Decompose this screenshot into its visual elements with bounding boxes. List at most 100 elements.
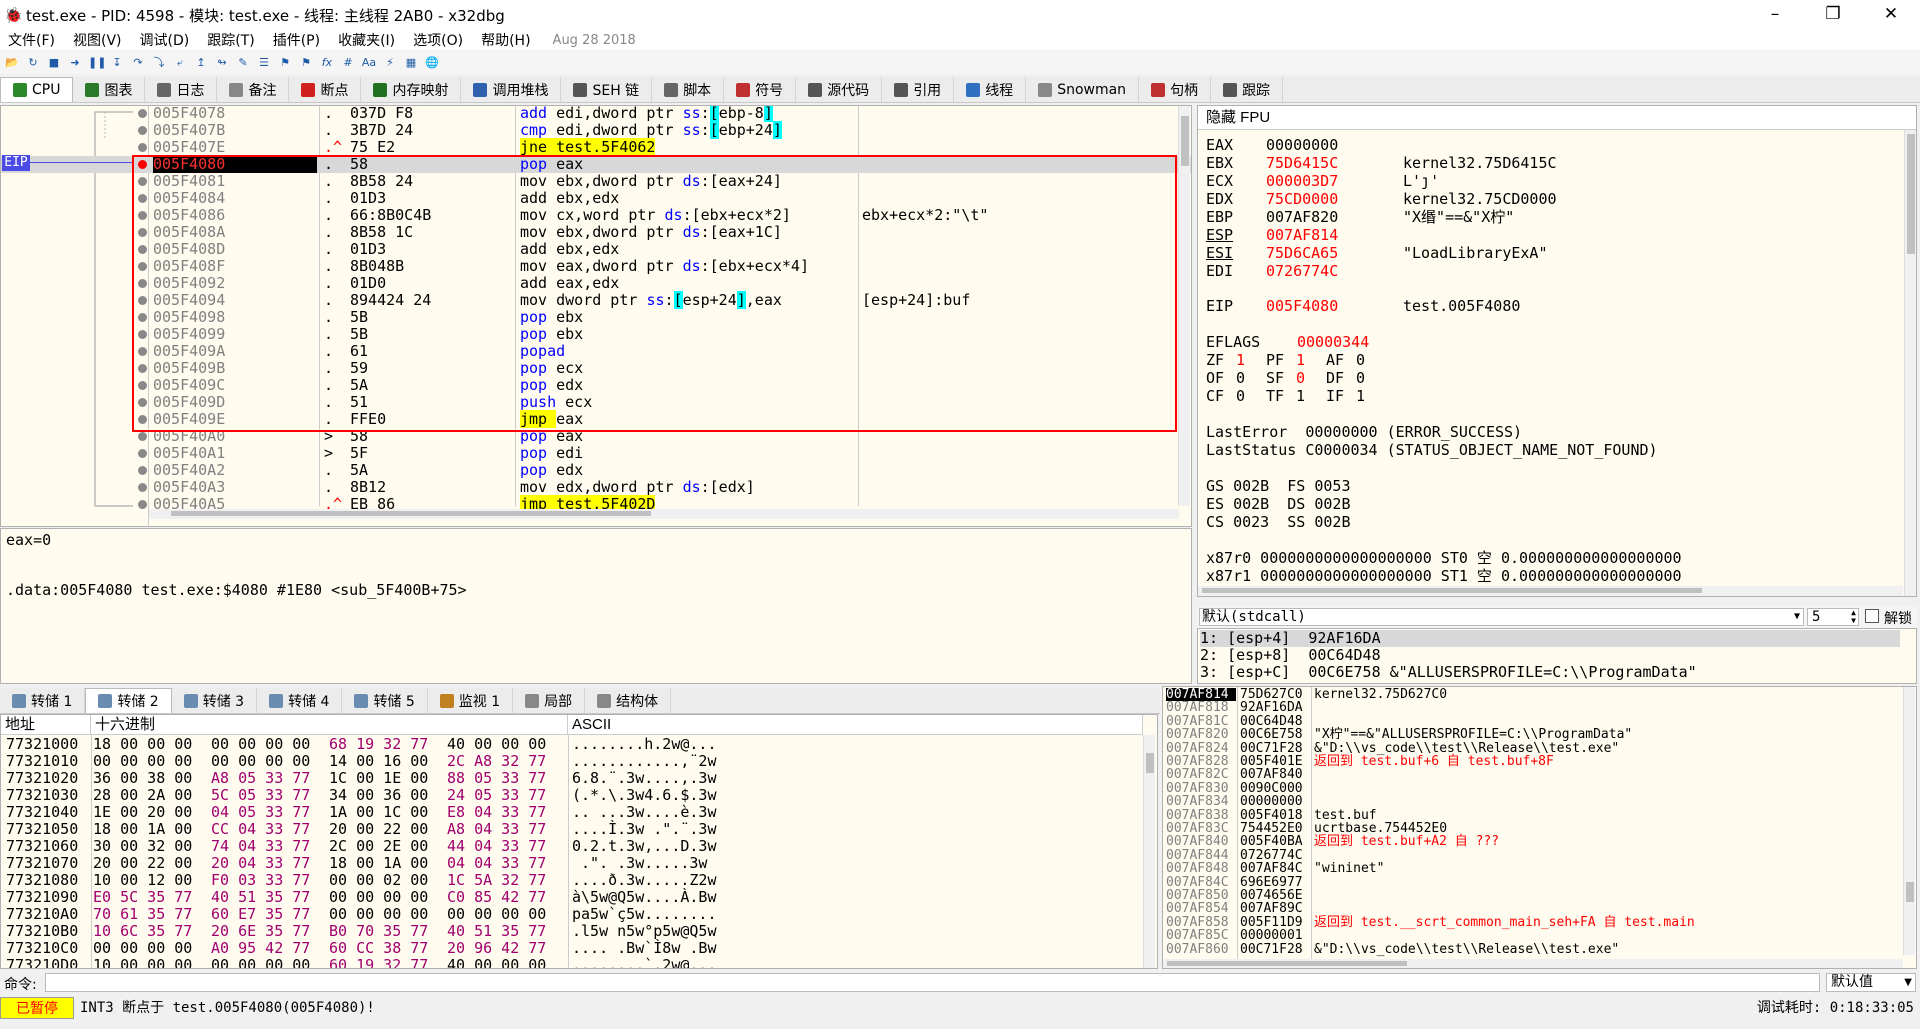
breakpoint-dot[interactable] (138, 296, 147, 305)
stack-row[interactable]: 007AF85C 00000001 (1163, 929, 1903, 943)
stack-hscroll[interactable] (1163, 959, 1903, 968)
stack-row[interactable]: 007AF860 00C71F28 &"D:\\vs_code\\test\\Rel… (1163, 942, 1903, 956)
hash-icon[interactable]: # (340, 55, 356, 71)
restart-icon[interactable]: ↻ (25, 55, 41, 71)
dump-tab[interactable]: 转储 1 (0, 688, 86, 713)
font-icon[interactable]: Aa (361, 55, 377, 71)
stack-row[interactable]: 007AF840 005F40BA 返回到 test.buf+A2 自 ??? (1163, 835, 1903, 849)
breakpoint-dot[interactable] (138, 381, 147, 390)
breakpoint-dot[interactable] (138, 415, 147, 424)
tab-memory-map[interactable]: 内存映射 (361, 77, 462, 102)
flag-value[interactable]: 1 (1296, 387, 1305, 405)
stack-row[interactable]: 007AF824 00C71F28 &"D:\\vs_code\\test\\Rel… (1163, 741, 1903, 755)
disasm-row[interactable]: 005F409A. 61 popad (1, 343, 1191, 360)
register-value[interactable]: 000003D7 (1266, 172, 1338, 190)
hide-fpu-toggle[interactable]: 隐藏 FPU (1198, 106, 1916, 130)
stack-row[interactable]: 007AF848 007AF84C "wininet" (1163, 862, 1903, 876)
stack-view[interactable]: 007AF814 75D627C0 kernel32.75D627C0 007AF81… (1162, 686, 1917, 969)
menu-item[interactable]: 跟踪(T) (207, 30, 254, 50)
arg-count-spinner[interactable]: 5 ▲ ▼ (1807, 608, 1859, 626)
dump-tab[interactable]: 局部 (513, 688, 586, 713)
patches-icon[interactable]: ✎ (235, 55, 251, 71)
tab-threads[interactable]: 线程 (954, 77, 1027, 102)
disasm-row[interactable]: 005F4099. 5B pop ebx (1, 326, 1191, 343)
flag-value[interactable]: 1 (1296, 351, 1305, 369)
disasm-row[interactable]: 005F4098. 5B pop ebx (1, 309, 1191, 326)
stack-row[interactable]: 007AF830 0090C000 (1163, 781, 1903, 795)
breakpoint-dot[interactable] (138, 109, 147, 118)
breakpoint-dot[interactable] (138, 364, 147, 373)
tab-handles[interactable]: 句柄 (1139, 77, 1212, 102)
flag-value[interactable]: 0 (1296, 369, 1305, 387)
functions-icon[interactable]: fx (319, 55, 335, 71)
breakpoint-dot[interactable] (138, 228, 147, 237)
disasm-hscroll[interactable] (149, 509, 1179, 519)
disasm-row[interactable]: 005F40A0 >58 pop eax (1, 428, 1191, 445)
stack-row[interactable]: 007AF850 0074656E (1163, 889, 1903, 903)
stack-row[interactable]: 007AF828 005F401E 返回到 test.buf+6 自 test.bu… (1163, 755, 1903, 769)
stack-row[interactable]: 007AF854 007AF89C (1163, 902, 1903, 916)
call-arg-row[interactable]: 1: [esp+4] 92AF16DA (1200, 630, 1900, 647)
call-arg-row[interactable]: 2: [esp+8] 00C64D48 (1200, 647, 1381, 664)
flag-value[interactable]: 0 (1356, 351, 1365, 369)
breakpoint-dot[interactable] (138, 500, 147, 509)
stack-row[interactable]: 007AF84C 696E6977 (1163, 875, 1903, 889)
command-input[interactable] (45, 973, 1820, 992)
pause-icon[interactable]: ❚❚ (88, 55, 106, 71)
disassembly-view[interactable]: 005F4078. 037D F8 add edi,dword ptr ss:[eb… (0, 105, 1192, 527)
tab-breakpoint[interactable]: 断点 (289, 77, 362, 102)
stack-row[interactable]: 007AF83C 754452E0 ucrtbase.754452E0 (1163, 822, 1903, 836)
step-into-icon[interactable]: ↧ (109, 55, 125, 71)
step-over-icon[interactable]: ↷ (130, 55, 146, 71)
execute-till-return-icon[interactable]: ↥ (193, 55, 209, 71)
disasm-row[interactable]: 005F409E. FFE0 jmp eax (1, 410, 1191, 428)
disasm-row[interactable]: 005F407E .^ 75 E2 jne test.5F4062 (1, 138, 1191, 156)
disasm-row[interactable]: 005F4086. 66:8B0C4B mov cx,word ptr ds:[eb… (1, 207, 1191, 224)
disasm-row[interactable]: 005F409B. 59 pop ecx (1, 360, 1191, 377)
registers-panel[interactable]: 隐藏 FPU EAX 00000000 EBX 75D6415C kernel32.75… (1197, 105, 1917, 597)
menu-item[interactable]: 调试(D) (140, 30, 190, 50)
breakpoint-dot[interactable] (138, 279, 147, 288)
dump-tab[interactable]: 转储 5 (342, 688, 428, 713)
flag-value[interactable]: 0 (1236, 387, 1245, 405)
close-button[interactable]: ✕ (1862, 0, 1920, 30)
tab-source[interactable]: 源代码 (796, 77, 883, 102)
disasm-row[interactable]: 005F408A. 8B58 1C mov ebx,dword ptr ds:[ea… (1, 224, 1191, 241)
tab-notes[interactable]: 备注 (217, 77, 290, 102)
disasm-row[interactable]: 005F408D. 01D3 add ebx,edx (1, 241, 1191, 258)
disasm-row[interactable]: 005F4084. 01D3 add ebx,edx (1, 190, 1191, 207)
flag-value[interactable]: 0 (1356, 369, 1365, 387)
dump-tab[interactable]: 转储 3 (172, 688, 258, 713)
calculator-icon[interactable]: ▦ (403, 55, 419, 71)
breakpoint-dot[interactable] (138, 143, 147, 152)
disasm-row[interactable]: 005F4080. 58 pop eax (1, 156, 1191, 173)
comments-icon[interactable]: ☰ (256, 55, 272, 71)
breakpoint-dot[interactable] (138, 483, 147, 492)
labels-icon[interactable]: ⚑ (277, 55, 293, 71)
breakpoint-dot[interactable] (138, 347, 147, 356)
stack-row[interactable]: 007AF814 75D627C0 kernel32.75D627C0 (1163, 688, 1903, 701)
disasm-row[interactable]: 005F40A1 >5F pop edi (1, 445, 1191, 462)
register-value[interactable]: 75CD0000 (1266, 190, 1338, 208)
register-value[interactable]: 007AF820 (1266, 208, 1338, 226)
register-value[interactable]: 75D6415C (1266, 154, 1338, 172)
stack-row[interactable]: 007AF858 005F11D9 返回到 test.__scrt_common_m… (1163, 915, 1903, 929)
breakpoint-dot[interactable] (138, 211, 147, 220)
tab-snowman[interactable]: Snowman (1026, 77, 1140, 102)
unlock-checkbox[interactable] (1865, 609, 1879, 623)
breakpoint-dot[interactable] (138, 177, 147, 186)
flag-value[interactable]: 0 (1236, 369, 1245, 387)
command-type-select[interactable]: 默认值 ▼ (1826, 973, 1916, 992)
call-args-panel[interactable]: 1: [esp+4] 92AF16DA 2: [esp+8] 00C64D48 3:… (1197, 628, 1917, 684)
stack-row[interactable]: 007AF834 00000000 (1163, 795, 1903, 809)
tab-references[interactable]: 引用 (882, 77, 955, 102)
disasm-row[interactable]: 005F4078. 037D F8 add edi,dword ptr ss:[eb… (1, 106, 1191, 122)
register-value[interactable]: 0726774C (1266, 262, 1338, 280)
breakpoint-dot[interactable] (138, 126, 147, 135)
dump-vscroll[interactable] (1143, 735, 1155, 968)
register-value[interactable]: 00000000 (1266, 136, 1338, 154)
disasm-row[interactable]: 005F4094. 894424 24 mov dword ptr ss:[esp+… (1, 291, 1191, 309)
disasm-row[interactable]: 005F409C. 5A pop edx (1, 377, 1191, 394)
breakpoint-dot[interactable] (138, 398, 147, 407)
stack-vscroll[interactable] (1903, 687, 1915, 955)
